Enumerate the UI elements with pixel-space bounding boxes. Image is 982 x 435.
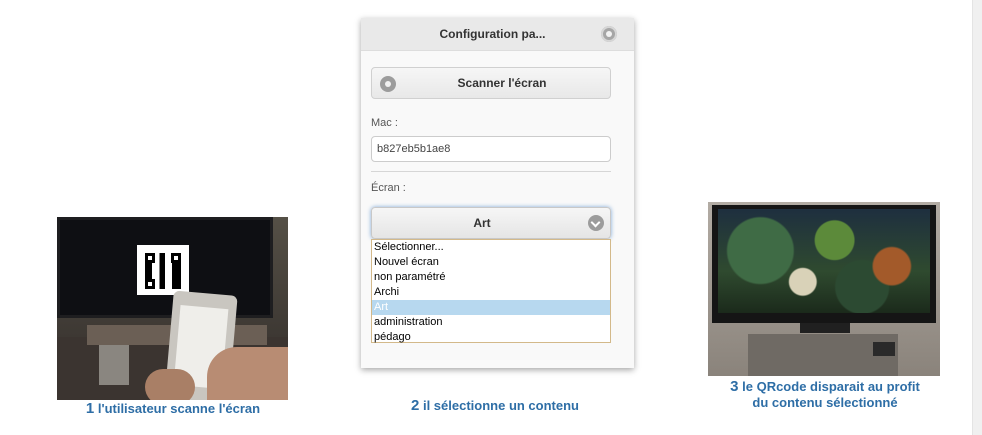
ecran-label: Écran : [371, 182, 406, 194]
scan-screen-button[interactable]: Scanner l'écran [371, 67, 611, 99]
photo-hand [207, 347, 288, 400]
caption-step-3-text-2: du contenu sélectionné [752, 395, 898, 410]
photo-shelf [99, 345, 129, 385]
caption-step-2: 2 il sélectionne un contenu [375, 398, 615, 414]
ecran-option[interactable]: administration [372, 315, 610, 330]
camera-icon [380, 76, 396, 92]
caption-step-2-number: 2 [411, 397, 420, 414]
photo-thumb [145, 369, 195, 400]
panel-header: Configuration pa... [361, 18, 634, 51]
ecran-select-value: Art [473, 216, 491, 230]
photo-tv-showing-content [708, 202, 940, 376]
ecran-option[interactable]: Nouvel écran [372, 255, 610, 270]
mac-label: Mac : [371, 117, 398, 129]
photo-qrcode-corner [145, 279, 155, 289]
photo-qrcode-corner [145, 253, 155, 263]
photo-tv-stand [800, 323, 850, 333]
ecran-option[interactable]: Art [372, 300, 610, 315]
photo-qrcode-corner [171, 253, 181, 263]
configuration-panel: Configuration pa... Scanner l'écran Mac … [361, 18, 634, 368]
caption-step-3-text-1: le QRcode disparait au profit [742, 379, 920, 394]
ecran-option[interactable]: Archi [372, 285, 610, 300]
divider [371, 171, 611, 172]
mac-field[interactable]: b827eb5b1ae8 [371, 136, 611, 162]
ecran-option[interactable]: pédago [372, 330, 610, 345]
panel-title: Configuration pa... [439, 27, 546, 41]
ecran-option[interactable]: non paramétré [372, 270, 610, 285]
photo-user-scanning-screen [57, 217, 288, 400]
scan-screen-label: Scanner l'écran [457, 76, 547, 90]
ecran-options-list[interactable]: Sélectionner... Nouvel écran non paramétré… [371, 239, 611, 343]
caption-step-1-number: 1 [85, 400, 95, 417]
caption-step-3-number: 3 [730, 378, 739, 395]
page-scrollbar[interactable] [972, 0, 982, 435]
ecran-select[interactable]: Art [371, 207, 611, 239]
caption-step-1-text: l'utilisateur scanne l'écran [97, 401, 261, 416]
caption-step-2-text: il sélectionne un contenu [422, 398, 579, 413]
caption-step-3-line-1: 3 le QRcode disparait au profit [700, 379, 950, 395]
caption-step-3: 3 le QRcode disparait au profit du conte… [700, 379, 950, 411]
photo-artwork-on-screen [718, 209, 930, 313]
photo-device [873, 342, 895, 356]
caption-step-1: 1 l'utilisateur scanne l'écran [57, 401, 289, 417]
ecran-option[interactable]: Sélectionner... [372, 240, 610, 255]
gear-icon[interactable] [601, 26, 617, 42]
chevron-down-icon [588, 215, 604, 231]
